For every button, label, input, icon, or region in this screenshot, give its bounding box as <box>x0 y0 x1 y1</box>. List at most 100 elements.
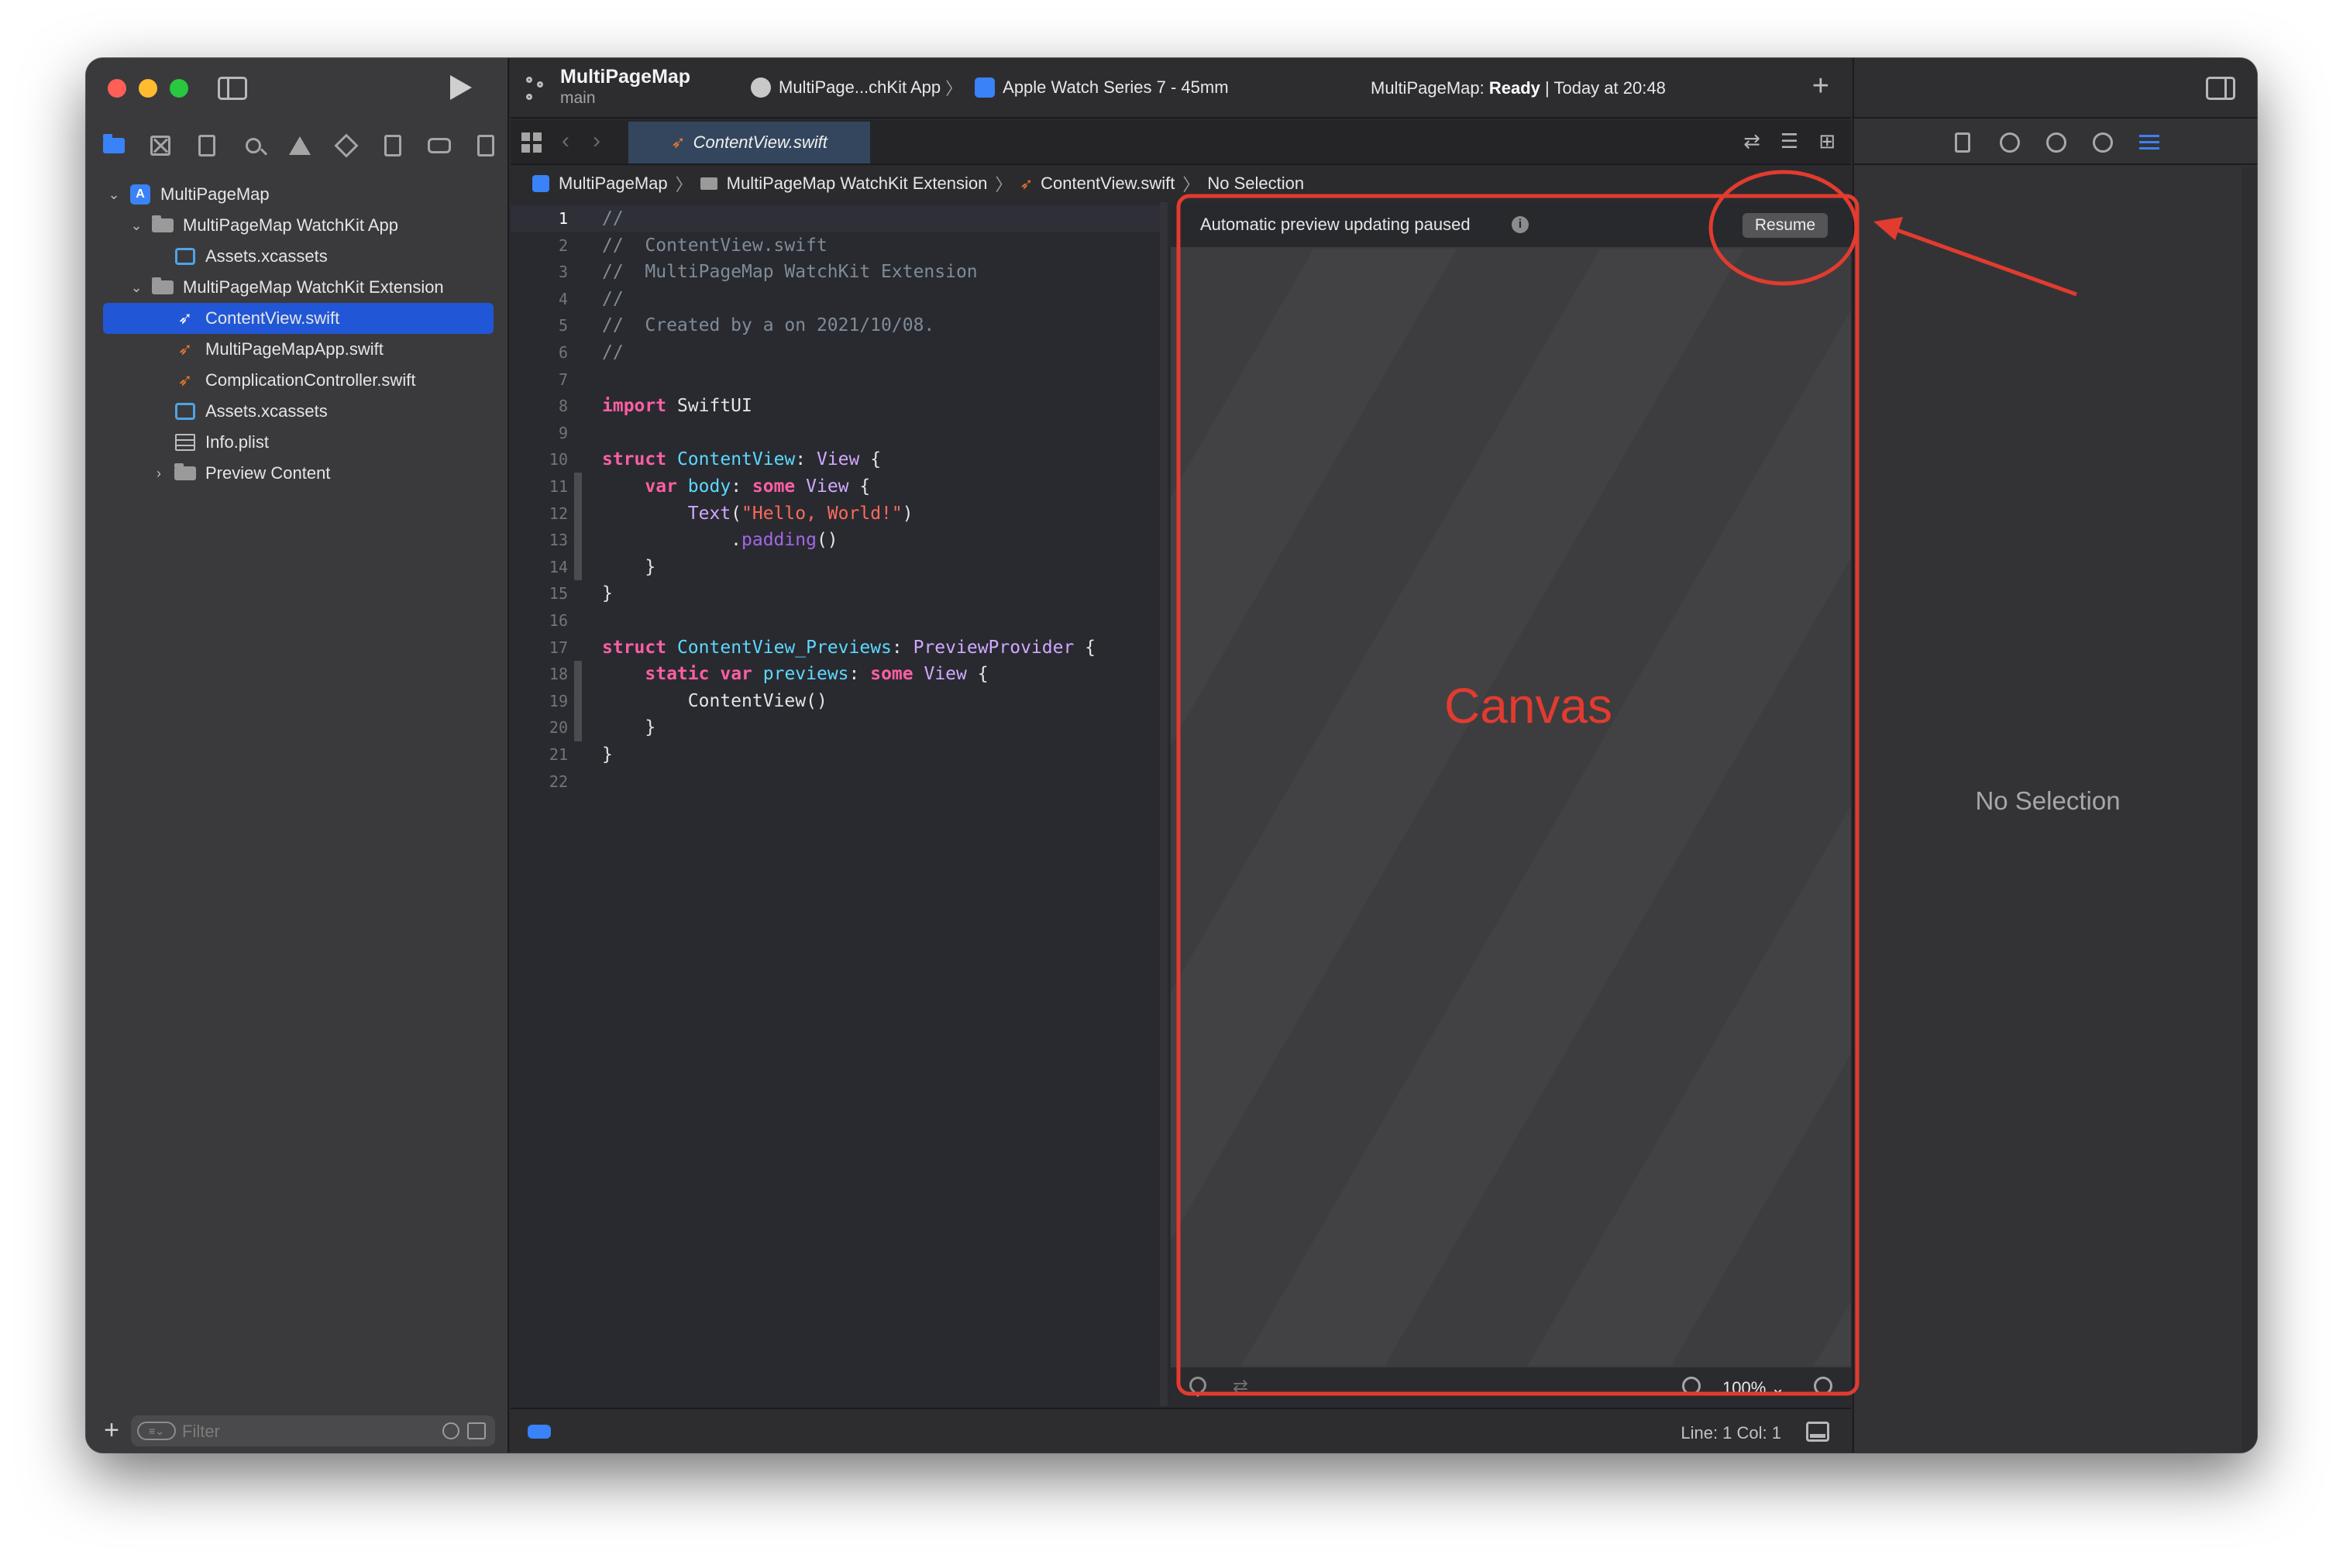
code-line[interactable]: 21} <box>511 741 1166 768</box>
swap-editors-icon[interactable]: ⇄ <box>1743 129 1760 153</box>
minimize-window-button[interactable] <box>139 79 157 98</box>
pin-preview-icon[interactable] <box>1185 1373 1210 1398</box>
scheme-selector[interactable]: MultiPage...chKit App 〉 Apple Watch Seri… <box>751 72 1229 103</box>
code-fold-ribbon[interactable] <box>574 473 582 581</box>
code-text: ContentView() <box>602 690 827 711</box>
line-number: 6 <box>558 343 568 362</box>
accessibility-inspector-icon[interactable] <box>2093 132 2113 153</box>
chevron-down-icon[interactable]: ⌄ <box>129 280 144 296</box>
source-control-navigator-icon[interactable] <box>148 133 173 158</box>
code-line[interactable]: 14 } <box>511 554 1166 580</box>
code-line[interactable]: 8 import SwiftUI <box>511 393 1166 419</box>
code-line[interactable]: 7 <box>511 366 1166 393</box>
related-items-grid-icon[interactable] <box>521 132 542 153</box>
navigator-item[interactable]: Assets.xcassets <box>86 241 509 272</box>
source-editor[interactable]: 1 // 2 // ContentView.swift 3 // MultiPageMap… <box>511 202 1166 1406</box>
symbol-navigator-icon[interactable] <box>194 133 219 158</box>
breadcrumb-project[interactable]: MultiPageMap <box>559 174 668 194</box>
code-line[interactable]: 15} <box>511 580 1166 607</box>
chevron-right-icon: 〉 <box>945 79 963 98</box>
inspector-tab-bar <box>1854 120 2257 165</box>
device-settings-icon[interactable]: ⇄ <box>1233 1375 1248 1398</box>
chevron-down-icon[interactable]: ⌄ <box>106 187 122 203</box>
code-fold-ribbon[interactable] <box>574 660 582 741</box>
debug-navigator-icon[interactable] <box>380 133 405 158</box>
console-toggle-icon[interactable] <box>1806 1422 1829 1442</box>
code-line[interactable]: 9 <box>511 420 1166 446</box>
code-line[interactable]: 6 // <box>511 339 1166 366</box>
code-line[interactable]: 20 } <box>511 714 1166 741</box>
library-plus-button[interactable]: + <box>1812 70 1829 101</box>
debug-area-toggle-icon[interactable] <box>528 1425 551 1439</box>
breadcrumb-file[interactable]: ContentView.swift <box>1041 174 1175 194</box>
file-inspector-icon[interactable] <box>1955 132 1970 153</box>
test-navigator-icon[interactable] <box>334 133 359 158</box>
breadcrumb-symbol[interactable]: No Selection <box>1207 174 1304 194</box>
preview-paused-message: Automatic preview updating paused <box>1200 215 1471 234</box>
chevron-down-icon[interactable]: ⌄ <box>129 218 144 234</box>
navigator-item[interactable]: Assets.xcassets <box>86 396 509 427</box>
line-number: 4 <box>558 289 568 308</box>
branch-name[interactable]: main <box>560 89 596 108</box>
code-line[interactable]: 13 .padding() <box>511 527 1166 553</box>
editor-scrollbar[interactable] <box>1160 202 1168 1406</box>
filter-field[interactable]: ≡⌄ Filter <box>131 1415 495 1446</box>
breadcrumb-group[interactable]: MultiPageMap WatchKit Extension <box>727 174 988 194</box>
navigator-item[interactable]: ➶ ContentView.swift <box>103 303 494 334</box>
navigator-item[interactable]: Info.plist <box>86 427 509 458</box>
close-window-button[interactable] <box>108 79 126 98</box>
run-button[interactable] <box>450 75 472 100</box>
editor-options-icon[interactable]: ☰ <box>1780 129 1798 153</box>
navigator-item[interactable]: ⌄ A MultiPageMap <box>86 179 509 210</box>
attributes-inspector-icon[interactable] <box>2139 132 2159 153</box>
code-line[interactable]: 3 // MultiPageMap WatchKit Extension <box>511 259 1166 285</box>
project-navigator-icon[interactable] <box>101 133 126 158</box>
forward-arrow-icon[interactable]: › <box>593 128 600 154</box>
line-number: 10 <box>549 450 568 469</box>
back-arrow-icon[interactable]: ‹ <box>562 128 569 154</box>
navigator-item[interactable]: ⌄ MultiPageMap WatchKit App <box>86 210 509 241</box>
recent-files-icon[interactable] <box>442 1422 459 1439</box>
preview-canvas[interactable] <box>1171 249 1851 1366</box>
code-line[interactable]: 12 Text("Hello, World!") <box>511 500 1166 527</box>
filter-options-icon[interactable]: ≡⌄ <box>137 1422 176 1440</box>
navigator-item[interactable]: › Preview Content <box>86 458 509 489</box>
zoom-in-icon[interactable] <box>1814 1377 1832 1395</box>
inspector-toggle-icon[interactable] <box>2206 77 2235 100</box>
code-line[interactable]: 4 // <box>511 286 1166 312</box>
add-editor-split-icon[interactable]: ⊞ <box>1818 129 1836 153</box>
code-line[interactable]: 18 static var previews: some View { <box>511 661 1166 687</box>
code-line[interactable]: 5 // Created by a on 2021/10/08. <box>511 312 1166 339</box>
sidebar-toggle-icon[interactable] <box>218 77 247 100</box>
navigator-item[interactable]: ⌄ MultiPageMap WatchKit Extension <box>86 272 509 303</box>
code-line[interactable]: 16 <box>511 607 1166 634</box>
history-inspector-icon[interactable] <box>2000 132 2020 153</box>
zoom-window-button[interactable] <box>170 79 188 98</box>
issue-navigator-icon[interactable] <box>287 133 312 158</box>
navigator-item-label: Info.plist <box>205 432 269 452</box>
chevron-right-icon[interactable]: › <box>151 466 167 482</box>
code-line[interactable]: 11 var body: some View { <box>511 473 1166 500</box>
code-line[interactable]: 10 struct ContentView: View { <box>511 446 1166 473</box>
add-file-button[interactable]: + <box>100 1415 123 1446</box>
breakpoint-navigator-icon[interactable] <box>427 133 452 158</box>
navigator-item[interactable]: ➶ ComplicationController.swift <box>86 365 509 396</box>
line-number: 2 <box>558 236 568 255</box>
zoom-out-icon[interactable] <box>1682 1377 1701 1395</box>
find-navigator-icon[interactable] <box>241 133 266 158</box>
navigator-item-label: MultiPageMap WatchKit App <box>183 215 398 235</box>
resume-button[interactable]: Resume <box>1743 213 1828 238</box>
inspector-scrollbar[interactable] <box>2242 167 2257 1453</box>
code-line[interactable]: 19 ContentView() <box>511 688 1166 714</box>
code-line[interactable]: 2 // ContentView.swift <box>511 232 1166 259</box>
info-icon[interactable]: i <box>1512 216 1529 233</box>
code-line[interactable]: 1 // <box>511 205 1166 232</box>
source-control-filter-icon[interactable] <box>467 1422 486 1439</box>
zoom-level-select[interactable]: 100% ⌄ <box>1722 1378 1785 1398</box>
quick-help-icon[interactable] <box>2046 132 2066 153</box>
code-line[interactable]: 17 struct ContentView_Previews: PreviewPr… <box>511 634 1166 661</box>
code-line[interactable]: 22 <box>511 769 1166 795</box>
navigator-item[interactable]: ➶ MultiPageMapApp.swift <box>86 334 509 365</box>
report-navigator-icon[interactable] <box>473 133 498 158</box>
tab-contentview-swift[interactable]: ➶ ContentView.swift <box>628 122 870 163</box>
